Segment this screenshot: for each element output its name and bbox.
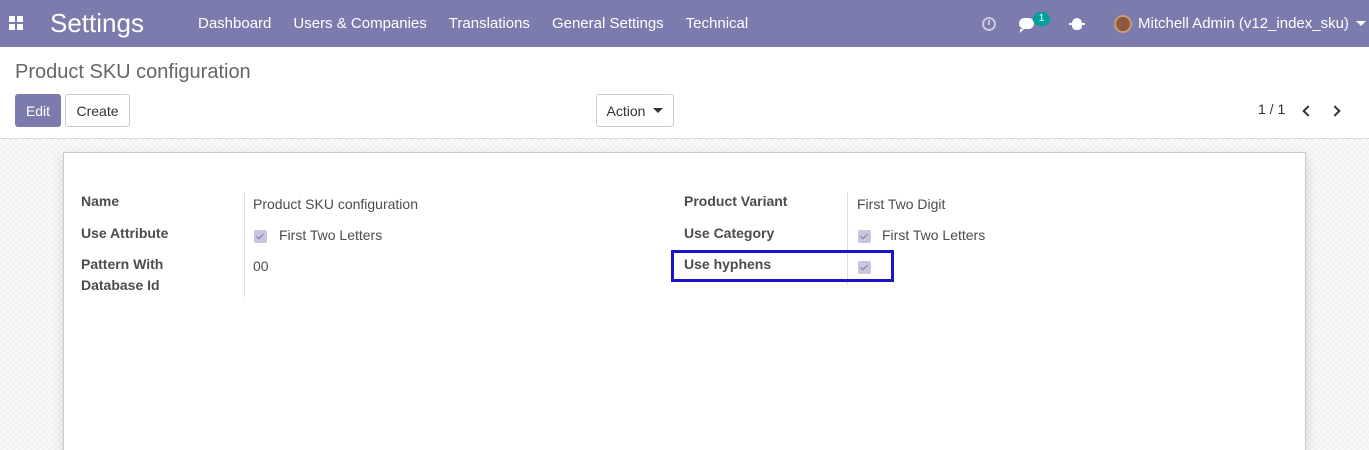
pattern-value: 00 <box>253 258 269 274</box>
pager-previous-icon[interactable] <box>1301 103 1314 119</box>
field-divider <box>244 192 245 297</box>
use-category-checkbox[interactable] <box>858 230 871 243</box>
pattern-label-line2: Database Id <box>81 277 160 293</box>
pager-next-icon[interactable] <box>1329 103 1343 119</box>
menu-dashboard[interactable]: Dashboard <box>187 0 282 47</box>
apps-menu-icon[interactable] <box>9 16 23 30</box>
name-label: Name <box>81 193 120 209</box>
activity-clock-icon[interactable] <box>982 0 998 47</box>
messages-count-badge: 1 <box>1033 12 1050 26</box>
use-attribute-label: Use Attribute <box>81 225 169 241</box>
use-attribute-checkbox[interactable] <box>254 230 267 243</box>
caret-down-icon <box>653 108 664 113</box>
product-variant-value: First Two Digit <box>857 196 946 212</box>
main-menu: Dashboard Users & Companies Translations… <box>187 0 759 47</box>
user-menu[interactable]: Mitchell Admin (v12_index_sku) <box>1114 0 1366 47</box>
menu-users-companies[interactable]: Users & Companies <box>282 0 437 47</box>
name-value: Product SKU configuration <box>253 196 418 212</box>
menu-translations[interactable]: Translations <box>438 0 541 47</box>
action-label: Action <box>606 102 646 119</box>
use-category-label: Use Category <box>684 225 775 241</box>
use-category-value: First Two Letters <box>882 227 986 243</box>
action-dropdown-button[interactable]: Action <box>596 94 674 127</box>
app-title: Settings <box>50 8 144 38</box>
user-avatar <box>1114 14 1132 33</box>
user-name: Mitchell Admin (v12_index_sku) <box>1138 15 1349 32</box>
create-button[interactable]: Create <box>65 94 130 127</box>
top-navbar: Settings Dashboard Users & Companies Tra… <box>0 0 1369 47</box>
edit-button[interactable]: Edit <box>15 94 61 127</box>
product-variant-label: Product Variant <box>684 193 788 209</box>
messages-chat-icon[interactable]: 1 <box>1019 0 1050 47</box>
form-view <box>0 139 1369 450</box>
menu-general-settings[interactable]: General Settings <box>541 0 675 47</box>
highlight-box <box>671 250 894 282</box>
chevron-down-icon <box>1355 21 1366 26</box>
control-panel: Product SKU configuration Edit Create Ac… <box>0 47 1369 139</box>
pager-value[interactable]: 1 / 1 <box>1258 101 1285 117</box>
use-attribute-value: First Two Letters <box>279 227 383 243</box>
debug-bug-icon[interactable] <box>1069 0 1085 47</box>
pattern-label-line1: Pattern With <box>81 256 164 272</box>
breadcrumb: Product SKU configuration <box>15 61 251 83</box>
menu-technical[interactable]: Technical <box>675 0 760 47</box>
